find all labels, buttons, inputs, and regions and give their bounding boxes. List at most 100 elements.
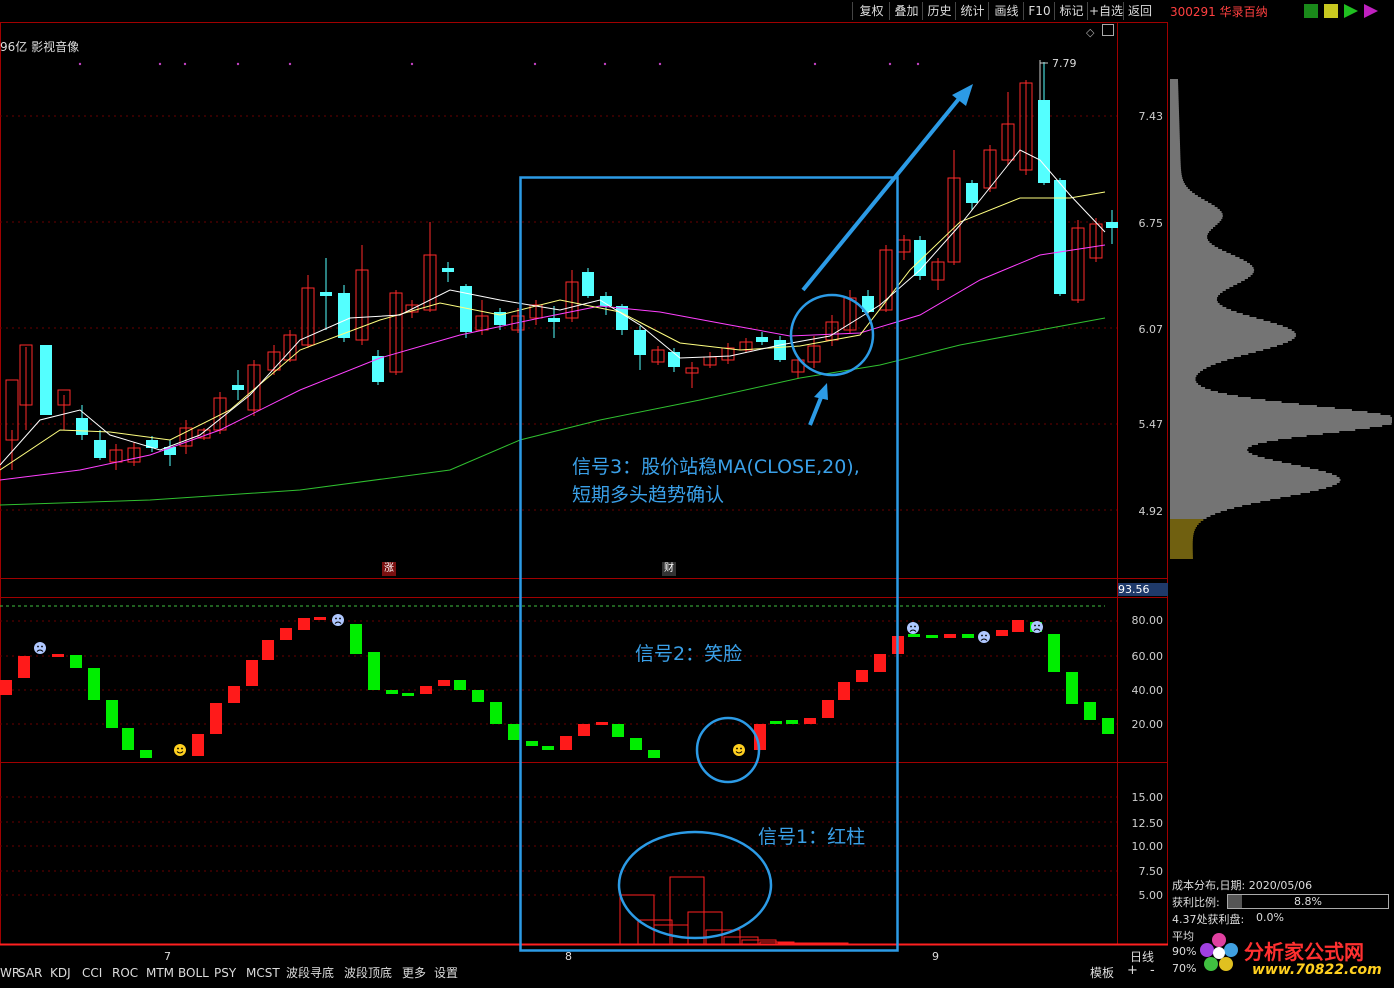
indicator-tab[interactable]: CCI <box>82 965 112 981</box>
indicator-tab[interactable]: PSY <box>214 965 246 981</box>
diamond-icon[interactable]: ◇ <box>1086 26 1094 39</box>
indicator-tab[interactable]: KDJ <box>50 965 82 981</box>
candle-body <box>40 345 52 415</box>
sad-face-icon <box>907 622 919 634</box>
indicator-tab[interactable]: 波段寻底 <box>286 965 344 981</box>
indicator-bar <box>612 724 624 737</box>
toolbar-button[interactable]: 统计 <box>955 2 989 20</box>
indicator-bar <box>386 690 398 694</box>
stock-code-name: 300291 华录百纳 <box>1170 5 1268 19</box>
candle-body <box>774 340 786 360</box>
finance-marker[interactable]: 财 <box>662 562 676 576</box>
indicator-tab[interactable]: ROC <box>112 965 146 981</box>
limit-up-marker[interactable]: 涨 <box>382 562 396 576</box>
indicator-bar <box>944 634 956 638</box>
volume-bars <box>619 876 849 946</box>
top-dot <box>410 62 414 66</box>
indicator-bar <box>228 686 240 703</box>
indicator-bar <box>298 618 310 630</box>
toolbar-button[interactable]: 复权 <box>852 2 890 20</box>
candle-body <box>320 292 332 296</box>
top-dot <box>158 62 162 66</box>
candle-body <box>76 418 88 435</box>
stock-info: 96亿 影视音像 <box>0 40 80 54</box>
indicator-bar <box>542 746 554 750</box>
indicator-bar <box>1012 620 1024 632</box>
toolbar-button[interactable]: F10 <box>1023 2 1055 20</box>
profit-ratio-value: 8.8% <box>1294 895 1322 908</box>
top-dot <box>533 62 537 66</box>
indicator-bar <box>508 724 520 740</box>
volume-tick: 15.00 <box>1131 791 1164 804</box>
row-70: 70% <box>1172 962 1197 975</box>
candle-body <box>94 440 106 458</box>
volume-tick: 10.00 <box>1131 840 1164 853</box>
indicator-bar <box>210 703 222 734</box>
indicator-bar <box>368 652 380 690</box>
candlestick-series <box>5 62 1118 470</box>
template-button[interactable]: 模板 <box>1090 964 1114 981</box>
toolbar-button[interactable]: +自选 <box>1087 2 1124 20</box>
toolbar-button[interactable]: 历史 <box>922 2 956 20</box>
indicator-bar <box>438 680 450 686</box>
indicator-bar <box>926 635 938 638</box>
profit-ratio-label: 获利比例: <box>1172 896 1220 909</box>
indicator-bar <box>908 634 920 637</box>
indicator-tab[interactable]: 设置 <box>434 965 466 981</box>
indicator-bar <box>526 741 538 746</box>
cost-title: 成本分布,日期: 2020/05/06 <box>1172 879 1313 892</box>
indicator-bar <box>350 624 362 654</box>
toolbar-button[interactable]: 标记 <box>1054 2 1088 20</box>
indicator-bar <box>88 668 100 700</box>
indicator-bar <box>420 686 432 694</box>
indicator-bar <box>822 700 834 718</box>
indicator-bar <box>856 670 868 682</box>
toolbar-button[interactable]: 叠加 <box>889 2 923 20</box>
zoom-out-button[interactable]: - <box>1150 963 1155 978</box>
indicator-tab[interactable]: MTM <box>146 965 178 981</box>
price-tick: 4.92 <box>1138 505 1164 518</box>
top-dot <box>813 62 817 66</box>
candle-body <box>372 356 384 382</box>
x-label: 7 <box>164 950 171 963</box>
indicator-bar <box>402 693 414 696</box>
grid-lines <box>0 62 1117 896</box>
signal3-text-1: 信号3：股价站稳MA(CLOSE,20), <box>572 456 860 478</box>
indicator-bar <box>192 734 204 756</box>
top-dot <box>888 62 892 66</box>
indicator-tab[interactable]: WR <box>0 965 20 981</box>
candle-body <box>442 268 454 272</box>
sad-face-icon <box>34 642 46 654</box>
top-dot <box>916 62 920 66</box>
indicator-bar <box>140 750 152 758</box>
candle-body <box>756 337 768 342</box>
indicator-tab[interactable]: BOLL <box>178 965 214 981</box>
small-arrow-line <box>808 394 824 426</box>
sad-face-icon <box>978 631 990 643</box>
indicator-tab[interactable]: MCST <box>246 965 286 981</box>
indicator-tab[interactable]: 波段顶底 <box>344 965 402 981</box>
indicator-tab[interactable]: 更多 <box>402 965 434 981</box>
indicator-bar <box>560 736 572 750</box>
sad-face-icon <box>1031 621 1043 633</box>
indicator-bar <box>1066 672 1078 704</box>
top-dot <box>658 62 662 66</box>
indicator-bar <box>630 738 642 750</box>
indicator-tab[interactable]: SAR <box>18 965 50 981</box>
indicator-bar <box>0 680 12 695</box>
top-dot <box>288 62 292 66</box>
toolbar-button[interactable]: 画线 <box>988 2 1024 20</box>
volume-bar <box>669 876 705 946</box>
candle-body <box>338 293 350 338</box>
indicator-bar <box>454 680 466 690</box>
indicator-bar <box>962 634 974 638</box>
toolbar-button[interactable]: 返回 <box>1123 2 1156 20</box>
indicator-bar <box>122 728 134 750</box>
smiley-circle <box>695 716 761 784</box>
indicator-bar <box>770 721 782 724</box>
window-icon[interactable] <box>1102 24 1114 36</box>
indicator-bar <box>70 655 82 668</box>
indicator-bar <box>996 630 1008 636</box>
zoom-in-button[interactable]: + <box>1127 963 1138 978</box>
indicator-tick: 20.00 <box>1131 718 1164 731</box>
